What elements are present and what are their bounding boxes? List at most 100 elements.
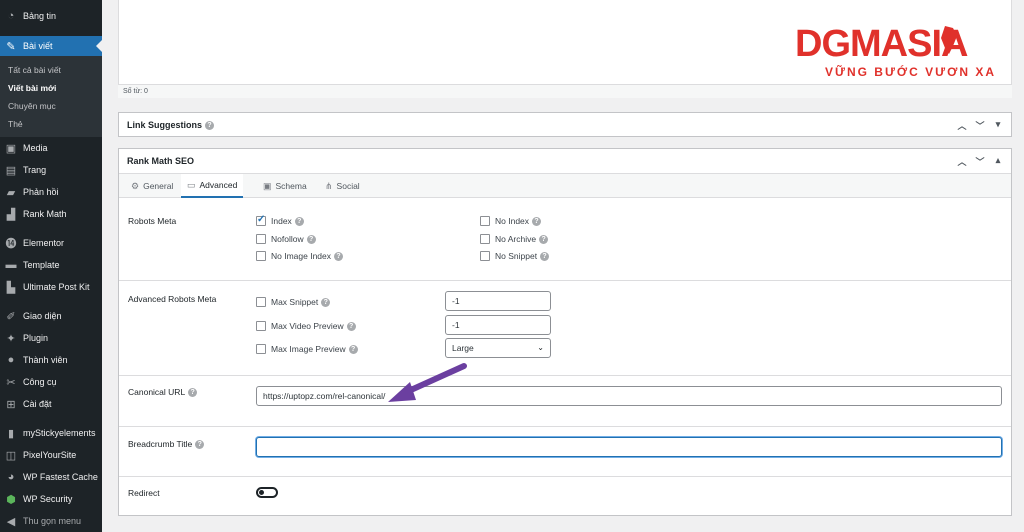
checkbox-no-index[interactable]: No Index? [480,216,542,226]
canonical-url-input[interactable]: https://uptopz.com/rel-canonical/ [256,386,1002,406]
breadcrumb-title-input[interactable] [256,437,1002,457]
schema-icon: ▣ [263,180,272,191]
checkbox-no-archive[interactable]: No Archive? [480,234,549,244]
elementor-icon: ⓮ [5,238,17,250]
help-icon[interactable]: ? [321,297,331,307]
chart-icon: ▟ [6,208,16,221]
robots-meta-label: Robots Meta [128,216,177,226]
social-icon: ⋔ [325,180,333,191]
advanced-robots-meta-label: Advanced Robots Meta [128,294,217,304]
toggle-panel-icon[interactable]: ▴ [993,155,1003,168]
menu-item-settings[interactable]: ⊞ Cài đặt [0,394,102,414]
comment-icon: ▰ [6,186,16,199]
divider [119,375,1011,376]
annotation-arrow-icon [388,363,467,402]
help-icon[interactable]: ? [188,388,198,398]
collapse-menu-button[interactable]: ◀ Thu gọn menu [0,511,102,531]
menu-item-ultimate-post-kit[interactable]: ▙ Ultimate Post Kit [0,277,102,297]
settings-icon: ⊞ [6,398,16,411]
move-up-icon[interactable]: ︿ [957,119,967,132]
rank-math-box: Rank Math SEO ︿ ﹀ ▴ ⚙ General ▭ Advanced ▣… [118,148,1012,516]
menu-item-dashboard[interactable]: ◔ Bảng tin [0,6,102,26]
breadcrumb-title-label: Breadcrumb Title? [128,439,205,450]
divider [119,476,1011,477]
toggle-panel-icon[interactable]: ▾ [993,119,1003,132]
media-icon: ▣ [5,142,17,155]
help-icon[interactable]: ? [306,234,316,244]
tab-general[interactable]: ⚙ General [127,174,177,198]
menu-item-plugins[interactable]: ✦ Plugin [0,328,102,348]
menu-item-elementor[interactable]: ⓮ Elementor [0,233,102,253]
checkbox-no-image-index[interactable]: No Image Index? [256,251,344,261]
checkbox-max-video-preview[interactable]: Max Video Preview? [256,321,356,331]
help-icon[interactable]: ? [195,440,205,450]
menu-item-rank-math[interactable]: ▟ Rank Math [0,204,102,224]
cache-icon: ◕ [7,471,15,483]
plugin-icon: ✦ [6,332,16,345]
menu-item-template[interactable]: ▬ Template [0,255,102,275]
link-suggestions-header[interactable]: Link Suggestions ? ︿ ﹀ ▾ [119,113,1011,137]
rank-math-title: Rank Math SEO [127,156,195,166]
redirect-label: Redirect [128,488,160,498]
folder-icon: ▬ [5,259,17,271]
menu-item-media[interactable]: ▣ Media [0,138,102,158]
admin-sidebar: ◔ Bảng tin ✎ Bài viết Tất cả bài viết Viết… [0,0,102,532]
link-suggestions-title: Link Suggestions [127,120,203,130]
brand-logo: DGMASIA VỮNG BƯỚC VƯƠN XA [795,23,1020,84]
move-down-icon[interactable]: ﹀ [975,119,985,132]
max-snippet-input[interactable]: -1 [445,291,551,311]
dashboard-icon: ◔ [7,10,15,22]
toolbox-icon: ▭ [187,179,196,190]
menu-item-wp-fastest-cache[interactable]: ◕ WP Fastest Cache [0,467,102,487]
menu-item-wp-security[interactable]: ⬢ WP Security [0,489,102,509]
help-icon[interactable]: ? [294,216,304,226]
link-suggestions-box: Link Suggestions ? ︿ ﹀ ▾ [118,112,1012,137]
tab-schema[interactable]: ▣ Schema [259,174,311,198]
submenu-categories[interactable]: Chuyên mục [8,101,56,111]
wrench-icon: ✂ [6,376,16,389]
menu-item-users[interactable]: ● Thành viên [0,350,102,370]
box-controls: ︿ ﹀ ▴ [957,155,1003,168]
move-up-icon[interactable]: ︿ [957,155,967,168]
menu-item-posts[interactable]: ✎ Bài viết [0,36,102,56]
gear-icon: ⚙ [131,180,140,191]
tab-social[interactable]: ⋔ Social [321,174,364,198]
help-icon[interactable]: ? [540,251,550,261]
menu-item-pixelyoursite[interactable]: ◫ PixelYourSite [0,445,102,465]
divider [119,280,1011,281]
logo-tagline: VỮNG BƯỚC VƯƠN XA [825,64,996,79]
menu-item-tools[interactable]: ✂ Công cụ [0,372,102,392]
kit-icon: ▙ [6,281,16,294]
pin-icon: ✎ [6,40,16,53]
help-icon[interactable]: ? [539,234,549,244]
posts-submenu: Tất cả bài viết Viết bài mới Chuyên mục … [0,56,102,137]
submenu-tags[interactable]: Thẻ [8,119,23,129]
help-icon[interactable]: ? [346,321,356,331]
submenu-all-posts[interactable]: Tất cả bài viết [8,65,61,75]
sticky-icon: ▮ [7,427,15,440]
max-video-preview-input[interactable]: -1 [445,315,551,335]
help-icon[interactable]: ? [205,120,215,130]
checkbox-max-image-preview[interactable]: Max Image Preview? [256,344,358,354]
menu-item-appearance[interactable]: ✐ Giao diện [0,306,102,326]
move-down-icon[interactable]: ﹀ [975,155,985,168]
menu-item-pages[interactable]: ▤ Trang [0,160,102,180]
help-icon[interactable]: ? [334,251,344,261]
help-icon[interactable]: ? [348,344,358,354]
menu-item-mystickyelements[interactable]: ▮ myStickyelements [0,423,102,443]
max-image-preview-select[interactable]: Large ⌄ [445,338,551,358]
user-icon: ● [7,354,15,366]
divider [119,426,1011,427]
checkbox-nofollow[interactable]: Nofollow? [256,234,316,244]
checkbox-max-snippet[interactable]: Max Snippet? [256,297,331,307]
checkbox-no-snippet[interactable]: No Snippet? [480,251,550,261]
redirect-toggle[interactable] [256,487,278,498]
page-icon: ▤ [5,164,17,177]
submenu-new-post[interactable]: Viết bài mới [8,83,56,93]
rank-math-header[interactable]: Rank Math SEO ︿ ﹀ ▴ [119,149,1011,173]
tab-advanced[interactable]: ▭ Advanced [181,174,244,198]
help-icon[interactable]: ? [532,216,542,226]
rank-math-tabs: ⚙ General ▭ Advanced ▣ Schema ⋔ Social [119,173,1011,198]
menu-item-comments[interactable]: ▰ Phản hồi [0,182,102,202]
checkbox-index[interactable]: Index? [256,214,304,226]
